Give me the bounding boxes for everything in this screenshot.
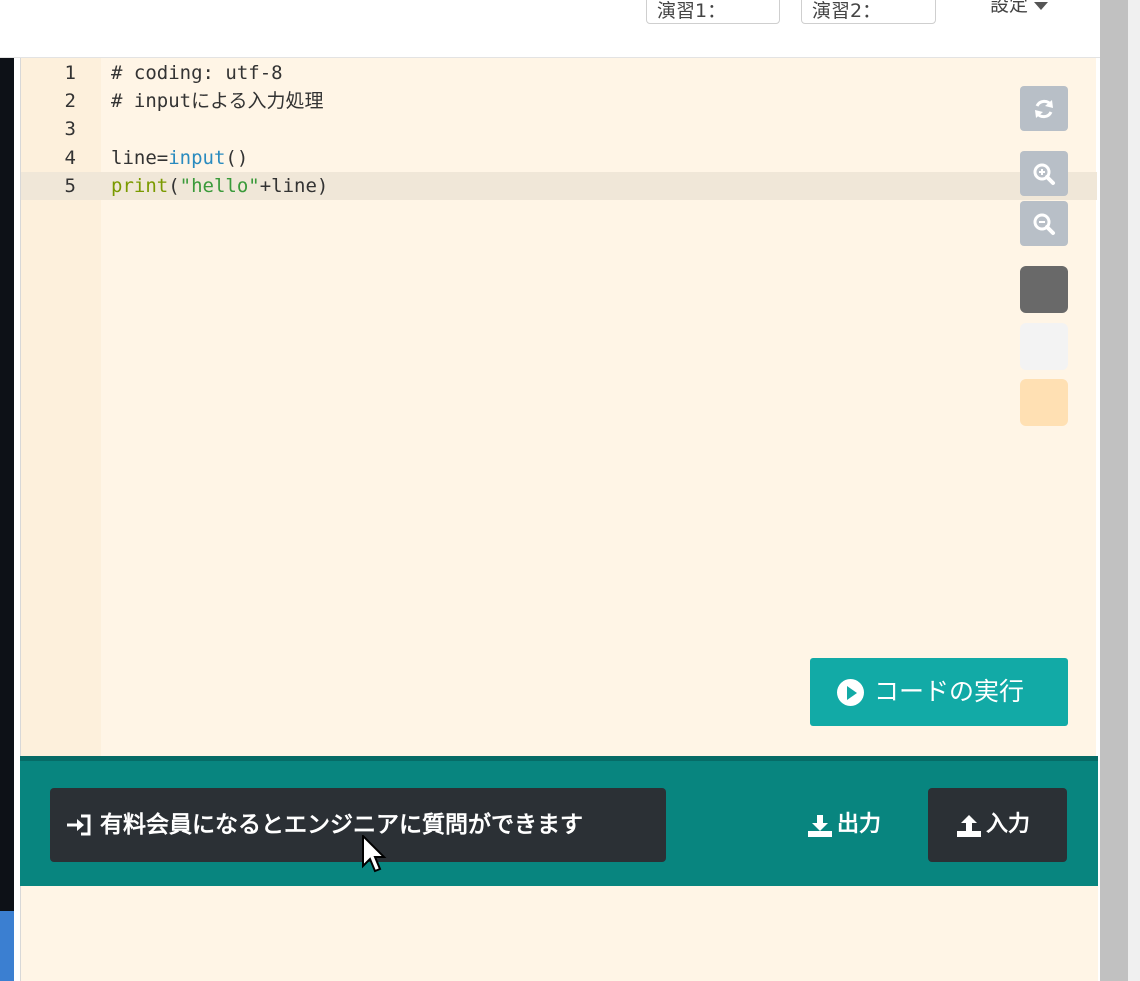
zoom-out-button[interactable]: [1020, 201, 1068, 246]
code-line: 4 line=input(): [21, 144, 1097, 172]
upload-icon: [957, 815, 981, 837]
code-token-string: "hello": [179, 175, 260, 197]
bottom-action-bar: 有料会員になるとエンジニアに質問ができます 出力 入力: [20, 756, 1098, 886]
run-code-button[interactable]: コードの実行: [810, 658, 1068, 726]
taskbar-edge: [0, 911, 14, 981]
code-token: (: [168, 175, 180, 197]
cream-theme-swatch[interactable]: [1020, 379, 1068, 426]
code-text: line=input(): [111, 144, 248, 172]
code-token: (): [225, 147, 249, 169]
mouse-cursor-icon: [362, 835, 387, 873]
top-header: 演習1： 演習2： 設定: [0, 0, 1100, 58]
code-line: 2 # inputによる入力処理: [21, 87, 1097, 115]
output-area: [20, 886, 1098, 981]
scrollbar-thumb[interactable]: [1100, 0, 1128, 981]
code-token-function: print: [111, 175, 169, 197]
zoom-in-button[interactable]: [1020, 151, 1068, 196]
code-line-active: 5 print("hello"+line): [21, 172, 1097, 200]
line-number: 2: [64, 90, 76, 112]
sign-in-icon: [67, 814, 91, 836]
line-number: 1: [64, 62, 76, 84]
code-text: # coding: utf-8: [111, 62, 283, 84]
line-number: 3: [64, 118, 76, 140]
download-icon: [808, 815, 832, 837]
output-button[interactable]: 出力: [805, 788, 895, 862]
zoom-in-icon: [1033, 163, 1055, 185]
exercise-2-select[interactable]: 演習2：: [801, 0, 936, 24]
member-question-label: 有料会員になるとエンジニアに質問ができます: [100, 812, 583, 838]
light-theme-swatch[interactable]: [1020, 323, 1068, 370]
line-number: 4: [64, 147, 76, 169]
run-code-label: コードの実行: [874, 677, 1025, 706]
code-text: print("hello"+line): [111, 172, 328, 200]
code-editor[interactable]: 1 # coding: utf-8 2 # inputによる入力処理 3 4 l…: [20, 58, 1097, 756]
input-button[interactable]: 入力: [928, 788, 1067, 862]
output-label: 出力: [837, 812, 882, 837]
caret-down-icon: [1034, 1, 1049, 10]
settings-dropdown[interactable]: 設定: [990, 0, 1049, 20]
member-question-button[interactable]: 有料会員になるとエンジニアに質問ができます: [50, 788, 666, 862]
line-number: 5: [64, 175, 76, 197]
code-text: # inputによる入力処理: [111, 90, 324, 112]
code-line: 1 # coding: utf-8: [21, 59, 1097, 87]
window-scrollbar[interactable]: [1100, 0, 1140, 981]
dark-theme-swatch[interactable]: [1020, 266, 1068, 313]
code-token: line=: [111, 147, 169, 169]
play-circle-icon: [837, 679, 864, 706]
code-token: +line): [259, 175, 329, 197]
exercise-1-select[interactable]: 演習1：: [646, 0, 780, 24]
settings-label: 設定: [990, 0, 1029, 16]
input-label: 入力: [986, 812, 1031, 837]
refresh-button[interactable]: [1020, 86, 1068, 131]
code-token-builtin: input: [168, 147, 226, 169]
code-line: 3: [21, 115, 1097, 143]
refresh-icon: [1035, 99, 1053, 119]
left-window-edge: [0, 58, 14, 981]
zoom-out-icon: [1033, 213, 1055, 235]
